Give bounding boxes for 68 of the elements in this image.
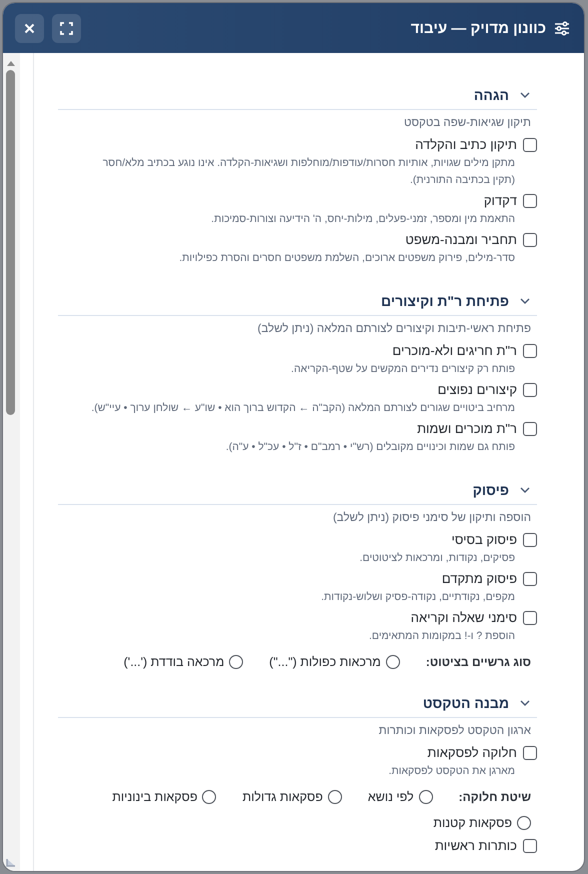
checkbox[interactable] xyxy=(523,532,537,546)
checkbox-label[interactable]: פיסוק מתקדם xyxy=(442,571,517,586)
option-description: הוספת ? ו-! במקומות המתאימים. xyxy=(368,629,515,644)
sliders-icon xyxy=(554,20,570,36)
section-header[interactable]: פיסוק xyxy=(58,482,537,505)
checkbox-label[interactable]: תיקון כתיב והקלדה xyxy=(415,137,517,152)
radio-option[interactable]: מרכאות כפולות ("...") xyxy=(269,655,400,669)
section-title: מבנה הטקסט xyxy=(422,695,509,711)
checkbox[interactable] xyxy=(523,194,537,208)
checkbox-label[interactable]: ר"ת חריגים ולא-מוכרים xyxy=(392,343,517,358)
checkbox[interactable] xyxy=(523,746,537,760)
option-description: מארגן את הטקסט לפסקאות. xyxy=(388,764,515,779)
radio-option[interactable]: פסקאות קטנות xyxy=(433,816,531,830)
section-header[interactable]: מבנה הטקסט xyxy=(58,695,537,718)
radio-button[interactable] xyxy=(328,790,342,804)
checkbox-label[interactable]: חלוקה לפסקאות xyxy=(427,745,517,760)
checkbox[interactable] xyxy=(523,422,537,436)
checkbox-label[interactable]: כותרות ראשיות xyxy=(434,838,517,853)
checkbox[interactable] xyxy=(523,572,537,586)
option-description: פותח גם שמות וכינויים מקובלים (רש"י • רמב"ם • ז"ל • עכ"ל • ע"ה). xyxy=(224,440,515,455)
checkbox[interactable] xyxy=(523,382,537,396)
checkbox[interactable] xyxy=(523,232,537,246)
section-subtitle: פתיחת ראשי-תיבות וקיצורים לצורתם המלאה (ניתן לשלב) xyxy=(256,323,531,335)
fullscreen-button[interactable] xyxy=(52,14,81,42)
radio-option[interactable]: פסקאות בינוניות xyxy=(112,790,216,804)
option-description: פסיקים, נקודות, ומרכאות לציטוטים. xyxy=(358,551,515,566)
scroll-up-icon[interactable] xyxy=(7,61,15,66)
fullscreen-icon xyxy=(60,22,73,34)
option-description: מקפים, נקודתיים, נקודה-פסיק ושלוש-נקודות. xyxy=(320,590,515,605)
radio-button[interactable] xyxy=(517,816,531,830)
section-subtitle: הוספה ותיקון של סימני פיסוק (ניתן לשלב) xyxy=(332,512,531,524)
section-title: הגהה xyxy=(474,87,509,103)
checkbox[interactable] xyxy=(523,610,537,624)
option-description: פותח רק קיצורים נדירים המקשים על שטף-הקריאה. xyxy=(290,362,515,377)
radio-button[interactable] xyxy=(418,790,433,804)
checkbox[interactable] xyxy=(523,344,537,358)
option-description: מרחיב ביטויים שגורים לצורתם המלאה (הקב"ה ← הקדוש ברוך הוא • שו"ע ← שולחן ערוך • עיי"ש). xyxy=(90,401,515,416)
resize-grip-icon[interactable] xyxy=(6,857,16,867)
checkbox[interactable] xyxy=(523,138,537,152)
radio-option[interactable]: לפי נושא xyxy=(368,790,433,804)
checkbox-label[interactable]: דקדוק xyxy=(484,193,517,208)
checkbox-label[interactable]: סימני שאלה וקריאה xyxy=(410,610,517,625)
scrollbar-thumb[interactable] xyxy=(6,70,15,415)
radio-option[interactable]: פסקאות גדולות xyxy=(242,790,342,804)
checkbox-label[interactable]: ר"ת מוכרים ושמות xyxy=(417,421,517,436)
radio-group-label: סוג גרשיים בציטוט: xyxy=(426,655,531,669)
section-title: פתיחת ר"ת וקיצורים xyxy=(381,293,509,309)
option-description: התאמת מין ומספר, זמני-פעלים, מילות-יחס, ה' הידיעה וצורות-סמיכות. xyxy=(210,212,515,227)
checkbox[interactable] xyxy=(523,838,537,852)
close-button[interactable] xyxy=(15,14,44,42)
section-subtitle: תיקון שגיאות-שפה בטקסט xyxy=(403,117,531,129)
radio-option[interactable]: מרכאה בודדת ('...') xyxy=(124,655,244,669)
radio-button[interactable] xyxy=(386,655,400,669)
section-title: פיסוק xyxy=(472,482,509,498)
option-description: מתקן מילים שגויות, אותיות חסרות/עודפות/מוחלפות ושגיאות-הקלדה. אינו נוגע בכתיב מלא/חסר (תקין בכתיבה התורנית). xyxy=(102,156,515,188)
radio-button[interactable] xyxy=(229,655,244,669)
section-header[interactable]: פתיחת ר"ת וקיצורים xyxy=(58,293,537,316)
checkbox-label[interactable]: קיצורים נפוצים xyxy=(438,382,517,397)
option-description: סדר-מילים, פירוק משפטים ארוכים, השלמת משפטים חסרים והסרת כפילויות. xyxy=(178,251,515,266)
window-title: כוונון מדויק — עיבוד xyxy=(410,20,546,36)
scrollbar[interactable] xyxy=(3,53,20,871)
close-icon xyxy=(24,22,35,34)
section-subtitle: ארגון הטקסט לפסקאות וכותרות xyxy=(378,725,531,737)
checkbox-label[interactable]: פיסוק בסיסי xyxy=(451,532,517,547)
section-header[interactable]: הגהה xyxy=(58,87,537,110)
radio-group-label: שיטת חלוקה: xyxy=(458,790,531,804)
checkbox-label[interactable]: תחביר ומבנה-משפט xyxy=(405,232,517,247)
radio-button[interactable] xyxy=(202,790,216,804)
